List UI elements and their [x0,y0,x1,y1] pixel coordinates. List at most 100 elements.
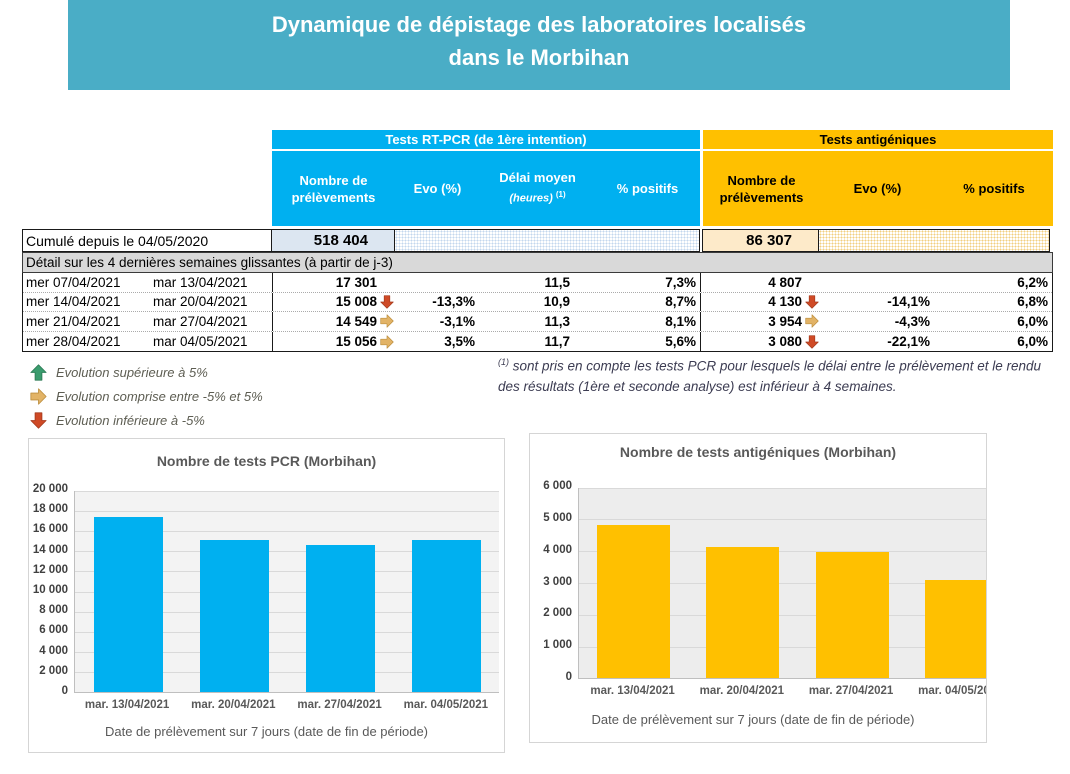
x-axis-tick-label: mar. 04/05/2021 [906,685,987,701]
cumulative-row: Cumulé depuis le 04/05/2020 518 404 86 3… [22,229,1053,252]
y-axis-tick-label: 4 000 [30,645,68,657]
ag-section-title: Tests antigéniques [703,130,1053,149]
x-axis-title: Date de prélèvement sur 7 jours (date de… [530,712,976,727]
legend-label: Evolution supérieure à 5% [56,365,208,380]
ag-col-samples: Nombre de prélèvements [703,151,820,226]
table-row: mer 28/04/2021mar 04/05/2021 15 056 3,5%… [23,332,1052,352]
pcr-count: 15 056 [336,334,377,349]
y-axis-tick-label: 0 [30,685,68,697]
chart-title: Nombre de tests PCR (Morbihan) [29,453,504,475]
pcr-positive-rate: 8,7% [596,293,701,312]
arrow-down-icon [30,412,56,429]
x-axis-tick-label: mar. 13/04/2021 [578,685,687,701]
y-axis-tick-label: 6 000 [531,480,572,492]
pcr-delay: 11,5 [481,273,596,292]
y-axis-tick-label: 8 000 [30,604,68,616]
pcr-bar-chart: Nombre de tests PCR (Morbihan)02 0004 00… [28,438,505,753]
ag-count: 4 807 [768,275,802,290]
detail-band: Détail sur les 4 dernières semaines glis… [22,252,1053,273]
pcr-delay: 10,9 [481,293,596,312]
table-header: Tests RT-PCR (de 1ère intention) Nombre … [272,130,1053,226]
legend-item: Evolution inférieure à -5% [30,408,263,432]
y-axis-tick-label: 14 000 [30,544,68,556]
bar [597,525,670,678]
page-title-line2: dans le Morbihan [68,41,1010,74]
legend-item: Evolution supérieure à 5% [30,360,263,384]
y-axis-tick-label: 1 000 [531,639,572,651]
table-row: mer 07/04/2021mar 13/04/2021 17 301 11,5… [23,273,1052,293]
trend-legend: Evolution supérieure à 5% Evolution comp… [30,360,263,432]
pcr-delay: 11,7 [481,332,596,352]
x-axis-tick-label: mar. 20/04/2021 [687,685,796,701]
date-end: mar 27/04/2021 [133,314,272,329]
pcr-positive-rate: 7,3% [596,273,701,292]
y-axis-tick-label: 16 000 [30,523,68,535]
footnote-marker: (1) [498,357,509,367]
bar [816,552,889,678]
pcr-evo: 3,5% [396,332,481,352]
y-axis-tick-label: 6 000 [30,624,68,636]
plot-area: 01 0002 0003 0004 0005 0006 000 [578,488,987,679]
arrow-right-icon [30,388,56,405]
y-axis-tick-label: 2 000 [30,665,68,677]
pcr-evo [396,273,481,292]
pcr-count: 14 549 [336,314,377,329]
y-axis-tick-label: 4 000 [531,544,572,556]
legend-item: Evolution comprise entre -5% et 5% [30,384,263,408]
bar [306,545,375,692]
bar [94,517,163,692]
dashboard: Dynamique de dépistage des laboratoires … [0,0,1070,774]
ag-col-evo: Evo (%) [820,151,935,226]
trend-arrow-icon [377,335,396,349]
x-axis-tick-label: mar. 04/05/2021 [393,699,499,715]
ag-count: 3 954 [768,314,802,329]
ag-positive-rate: 6,0% [936,332,1052,352]
ag-positive-rate: 6,2% [936,273,1052,292]
pcr-positive-rate: 8,1% [596,312,701,331]
x-axis-title: Date de prélèvement sur 7 jours (date de… [29,724,504,739]
table-row: mer 21/04/2021mar 27/04/2021 14 549 -3,1… [23,312,1052,332]
y-axis-tick-label: 10 000 [30,584,68,596]
x-axis-tick-label: mar. 27/04/2021 [797,685,906,701]
ag-evo: -22,1% [821,332,936,352]
y-axis-tick-label: 12 000 [30,564,68,576]
trend-arrow-icon [802,335,821,349]
x-axis-tick-label: mar. 13/04/2021 [74,699,180,715]
date-end: mar 13/04/2021 [133,275,272,290]
cumulative-pcr-value: 518 404 [272,229,395,252]
x-axis-tick-label: mar. 20/04/2021 [180,699,286,715]
legend-label: Evolution inférieure à -5% [56,413,205,428]
ag-count: 3 080 [768,334,802,349]
plot-area: 02 0004 0006 0008 00010 00012 00014 0001… [74,491,499,693]
bar [706,547,779,678]
pcr-evo: -3,1% [396,312,481,331]
y-axis-tick-label: 2 000 [531,607,572,619]
ag-col-positive: % positifs [935,151,1053,226]
pcr-section-title: Tests RT-PCR (de 1ère intention) [272,130,700,149]
footnote: (1) sont pris en compte les tests PCR po… [498,356,1063,398]
bar [925,580,987,678]
trend-arrow-icon [802,314,821,328]
pcr-col-positive: % positifs [595,151,700,226]
footnote-text: sont pris en compte les tests PCR pour l… [498,359,1041,395]
pcr-section-header: Tests RT-PCR (de 1ère intention) Nombre … [272,130,700,226]
page-title-line1: Dynamique de dépistage des laboratoires … [68,8,1010,41]
arrow-up-icon [30,364,56,381]
x-axis-tick-label: mar. 27/04/2021 [287,699,393,715]
pcr-hatch-fill [395,229,700,252]
date-end: mar 04/05/2021 [133,334,272,349]
ag-positive-rate: 6,8% [936,293,1052,312]
ag-evo: -14,1% [821,293,936,312]
bar [412,540,481,692]
legend-label: Evolution comprise entre -5% et 5% [56,389,263,404]
ag-bar-chart: Nombre de tests antigéniques (Morbihan) 0… [529,433,987,743]
page-title-banner: Dynamique de dépistage des laboratoires … [68,0,1010,90]
date-start: mer 28/04/2021 [23,334,133,349]
pcr-col-samples: Nombre de prélèvements [272,151,395,226]
bar [200,540,269,692]
cumulative-label: Cumulé depuis le 04/05/2020 [22,229,272,252]
chart-title: Nombre de tests antigéniques (Morbihan) [530,444,986,466]
trend-arrow-icon [802,295,821,309]
date-start: mer 21/04/2021 [23,314,133,329]
pcr-count: 15 008 [336,294,377,309]
